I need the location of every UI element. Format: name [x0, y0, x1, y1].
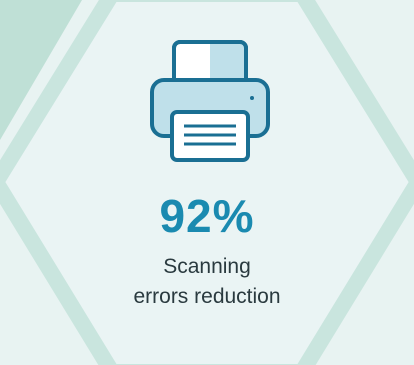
stat-value: 92% — [159, 190, 255, 242]
printer-icon — [150, 40, 270, 162]
stat-label-line2: errors reduction — [133, 285, 281, 308]
stat-card: 92% Scanning errors reduction — [0, 0, 414, 365]
stat-label-line1: Scanning — [163, 255, 251, 278]
